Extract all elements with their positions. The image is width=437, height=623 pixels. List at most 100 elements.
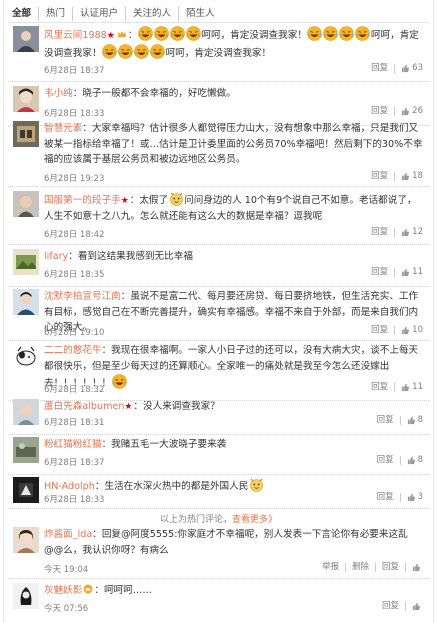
like-button[interactable]: 18 — [394, 172, 423, 181]
like-button[interactable]: 8 — [399, 456, 423, 465]
reply-button[interactable]: 回复 — [371, 228, 388, 237]
delete-button[interactable]: 删除 — [344, 563, 369, 572]
avatar[interactable] — [13, 289, 39, 315]
like-button[interactable]: 10 — [394, 326, 423, 335]
like-button[interactable]: 8 — [399, 415, 423, 425]
comment-item: 灰魅妖影 ：呵呵呵…… 今天 07:56 回复 — [8, 583, 429, 621]
username-link[interactable]: 智慧元素 — [44, 123, 82, 134]
username-link[interactable]: 蘆白先森albumen — [44, 401, 124, 412]
like-count: 12 — [412, 227, 423, 237]
thumbs-up-icon — [402, 64, 410, 73]
thumbs-up-icon — [402, 228, 410, 237]
reply-button[interactable]: 回复 — [377, 416, 394, 425]
report-button[interactable]: 举报 — [322, 563, 339, 572]
username-link[interactable]: 沈默李拍宣号江南 — [44, 291, 121, 302]
comment-item: lifary：看到这结果我感到无比幸福 6月28日 18:35 回复 11 — [8, 249, 429, 287]
reply-button[interactable]: 回复 — [371, 326, 388, 335]
laughing-emoji-icon — [102, 43, 118, 59]
comment-item: 国服第一的段子手★：太假了 问问身边的人 10个有9个说自己不如意。老话都说了，人… — [8, 191, 429, 245]
thumbs-up-icon — [412, 602, 420, 611]
like-count: 63 — [412, 63, 423, 73]
thumbs-up-icon — [402, 107, 410, 116]
username-link[interactable]: 灰魅妖影 — [44, 585, 82, 596]
tab-strangers[interactable]: 陌生人 — [178, 7, 222, 21]
comment-meta: 6月28日 18:31 回复 8 — [44, 416, 423, 430]
comment-time: 6月28日 18:33 — [44, 109, 105, 119]
reply-button[interactable]: 回复 — [371, 64, 388, 73]
thumbs-up-icon — [402, 172, 410, 181]
like-button[interactable]: 3 — [399, 492, 423, 502]
thumbs-up-icon — [402, 383, 410, 392]
laughing-emoji-icon — [118, 43, 134, 59]
reply-button[interactable]: 回复 — [371, 107, 388, 116]
comment-item: 炸酱面_lda：回复@阿度5555:你家庭才不幸福呢，别人发表一下言论你有必要来… — [8, 527, 429, 579]
laughing-emoji-icon — [153, 26, 169, 41]
tab-all[interactable]: 全部 — [10, 7, 38, 21]
reply-button[interactable]: 回复 — [371, 383, 388, 392]
tab-verified-users[interactable]: 认证用户 — [72, 7, 125, 21]
comment-text: 炸酱面_lda：回复@阿度5555:你家庭才不幸福呢，别人发表一下言论你有必要来… — [44, 529, 408, 556]
laughing-emoji-icon — [134, 43, 150, 59]
like-count: 3 — [417, 492, 423, 502]
reply-button[interactable]: 回复 — [377, 493, 394, 502]
like-button[interactable]: 11 — [394, 268, 423, 277]
cat-emoji-icon — [250, 478, 263, 492]
like-button[interactable]: 63 — [394, 64, 423, 73]
cat-emoji-icon — [169, 192, 183, 206]
thumbs-up-icon — [402, 326, 410, 335]
username-link[interactable]: HN-Adolph — [44, 481, 95, 492]
reply-button[interactable]: 回复 — [382, 602, 399, 611]
avatar[interactable] — [13, 477, 39, 503]
comment-item: HN-Adolph：生活在水深火热中的都是外国人民 6月28日 18:33 回复… — [8, 477, 429, 509]
avatar[interactable] — [13, 399, 39, 425]
comment-meta: 6月28日 19:10 回复 10 — [44, 326, 423, 340]
tab-hot[interactable]: 热门 — [38, 7, 72, 21]
reply-button[interactable]: 回复 — [374, 563, 399, 572]
tab-followed[interactable]: 关注的人 — [125, 7, 178, 21]
username-link[interactable]: 风里云间1988 — [44, 30, 107, 41]
username-link[interactable]: 韦小纯 — [44, 88, 73, 99]
avatar[interactable] — [13, 583, 39, 609]
username-link[interactable]: 国服第一的段子手 — [44, 195, 121, 206]
avatar[interactable] — [13, 343, 39, 369]
comment-time: 6月28日 18:37 — [44, 458, 105, 468]
avatar[interactable] — [13, 527, 39, 553]
comment-text: 风里云间1988★：呵呵，肯定没调查我家！ 呵呵，肯定没调查我家！ 呵呵，肯定没调查… — [44, 26, 423, 61]
username-link[interactable]: 粉红猫粉红猫 — [44, 439, 102, 450]
thumbs-up-icon — [407, 416, 415, 425]
like-button[interactable]: 12 — [394, 228, 423, 237]
laughing-emoji-icon — [339, 26, 355, 41]
comment-time: 今天 07:56 — [44, 604, 89, 614]
laughing-emoji-icon — [307, 26, 323, 41]
like-button[interactable]: 26 — [394, 107, 423, 116]
like-count: 11 — [412, 267, 423, 277]
avatar[interactable] — [13, 191, 39, 217]
avatar[interactable] — [13, 121, 39, 147]
comment-item: 风里云间1988★：呵呵，肯定没调查我家！ 呵呵，肯定没调查我家！ 呵呵，肯定没调查… — [8, 26, 429, 82]
reply-button[interactable]: 回复 — [371, 172, 388, 181]
username-link[interactable]: lifary — [44, 251, 68, 262]
comment-text: 灰魅妖影 ：呵呵呵…… — [44, 584, 152, 596]
username-link[interactable]: 二二的憨花牛 — [44, 345, 102, 356]
username-link[interactable]: 炸酱面_lda — [44, 529, 92, 540]
like-button[interactable]: 11 — [394, 383, 423, 392]
comment-meta: 6月28日 18:33 回复 26 — [44, 107, 423, 121]
like-button[interactable] — [405, 602, 423, 611]
reply-button[interactable]: 回复 — [377, 456, 394, 465]
like-count: 18 — [412, 171, 423, 181]
avatar[interactable] — [13, 86, 39, 112]
like-button[interactable] — [405, 563, 423, 572]
comment-text: 蘆白先森albumen★：没人来调查我家？ — [44, 401, 220, 412]
avatar[interactable] — [13, 437, 39, 463]
see-more-link[interactable]: 查看更多》 — [232, 515, 277, 525]
comment-time: 6月28日 18:31 — [44, 418, 105, 428]
vip-star-icon: ★ — [106, 31, 115, 41]
thumbs-up-icon — [407, 493, 415, 502]
comment-meta: 6月28日 18:37 回复 63 — [44, 64, 423, 78]
avatar[interactable] — [13, 249, 39, 275]
comment-time: 今天 19:04 — [44, 565, 89, 575]
like-count: 8 — [417, 415, 423, 425]
laughing-emoji-icon — [137, 26, 153, 41]
avatar[interactable] — [13, 26, 39, 52]
reply-button[interactable]: 回复 — [371, 268, 388, 277]
